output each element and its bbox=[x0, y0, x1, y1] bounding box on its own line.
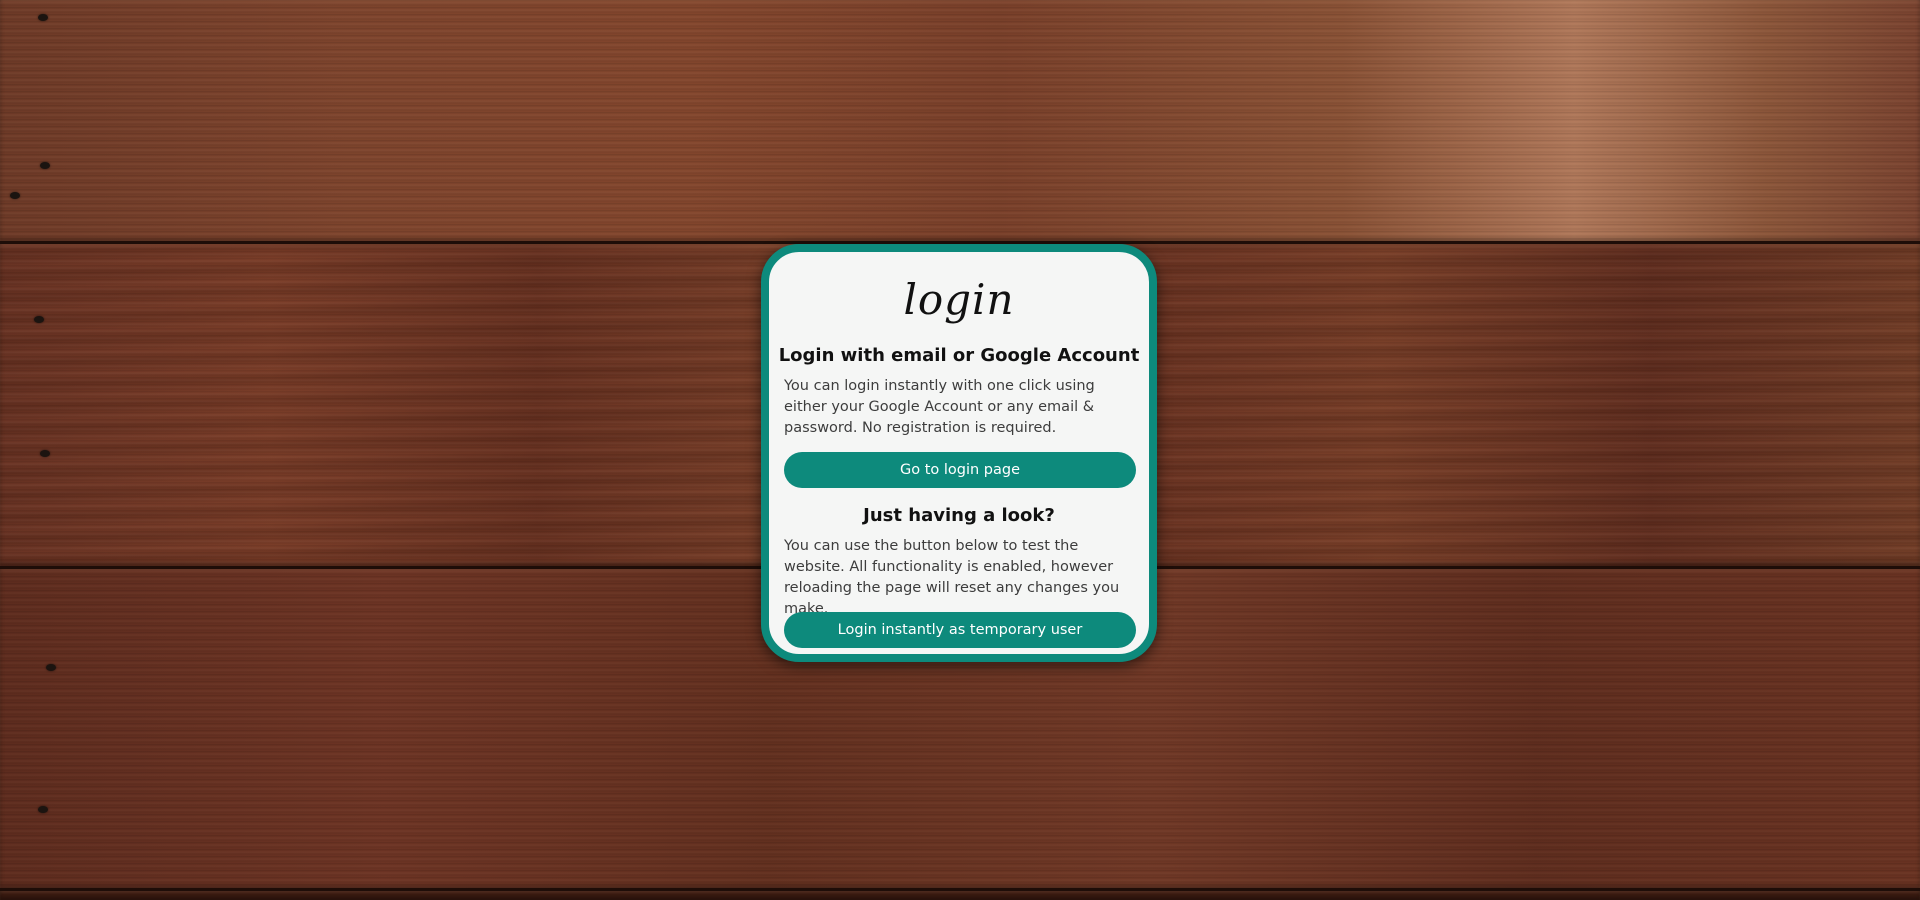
nail bbox=[38, 14, 48, 21]
nail bbox=[46, 664, 56, 671]
nail bbox=[38, 806, 48, 813]
wood-plank bbox=[0, 891, 1920, 900]
nail bbox=[34, 316, 44, 323]
email-login-description: You can login instantly with one click u… bbox=[784, 378, 1095, 436]
login-card: login Login with email or Google Account… bbox=[761, 244, 1157, 662]
nail bbox=[40, 450, 50, 457]
login-logo: login bbox=[903, 275, 1015, 324]
login-temporary-user-button[interactable]: Login instantly as temporary user bbox=[784, 612, 1136, 648]
email-login-heading: Login with email or Google Account bbox=[778, 345, 1140, 366]
temporary-login-heading: Just having a look? bbox=[863, 505, 1055, 526]
nail bbox=[40, 162, 50, 169]
wood-plank bbox=[0, 0, 1920, 242]
go-to-login-page-button[interactable]: Go to login page bbox=[784, 452, 1136, 488]
nail bbox=[10, 192, 20, 199]
temporary-login-description: You can use the button below to test the… bbox=[784, 538, 1120, 617]
